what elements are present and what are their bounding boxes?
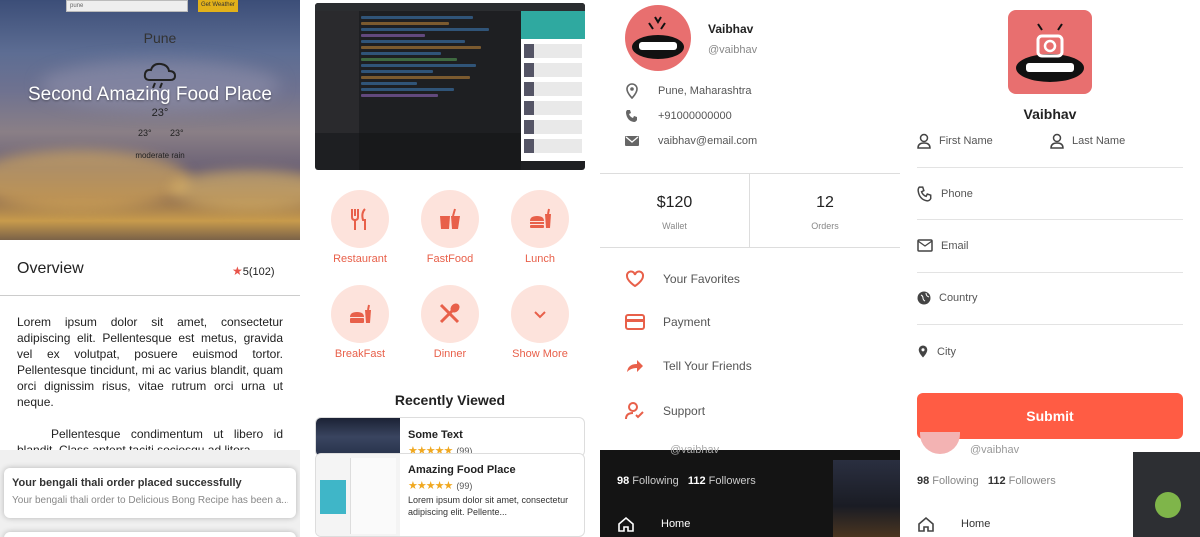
recently-viewed-title: Recently Viewed [394,392,506,408]
recent-thumbnail [316,454,400,536]
phone-field[interactable]: Phone [917,186,973,202]
drawer-home[interactable]: Home [917,516,990,532]
phone-icon [626,110,637,122]
toast-body: Your bengali thali order to Delicious Bo… [12,495,288,506]
category-breakfast[interactable]: BreakFast [315,285,405,360]
camera-icon [1036,34,1064,58]
recent-item-desc: Lorem ipsum dolor sit amet, consectetur … [408,495,569,517]
weather-city: Pune [143,30,177,46]
recent-item[interactable]: Amazing Food Place ★★★★★ (99) Lorem ipsum… [315,453,585,537]
email-row: vaibhav@email.com [625,135,757,147]
menu-payment[interactable]: Payment [625,314,710,330]
share-icon [627,360,643,372]
home-screen: Restaurant FastFood Lunch BreakFast Dinn… [300,0,600,537]
description-paragraph: Lorem ipsum dolor sit amet, consectetur … [17,315,283,409]
person-icon [1050,133,1064,149]
edit-profile-screen: Vaibhav First Name Last Name Phone Email… [900,0,1200,537]
recent-item[interactable]: Some Text ★★★★★ (99) [315,417,585,457]
fastfood-icon [440,208,460,229]
drawer-handle: @vaibhav [670,444,720,456]
recent-item-stars: ★★★★★ (99) [408,480,473,492]
background-image [833,460,900,537]
menu-tell-friends[interactable]: Tell Your Friends [625,358,752,374]
heart-icon [626,270,644,288]
drawer-overlay: @vaibhav 98 Following 112 Followers Home [600,444,900,537]
email-icon [625,136,639,146]
person-icon [917,133,931,149]
globe-icon [917,291,931,305]
place-title: Second Amazing Food Place [28,84,272,105]
avatar [920,432,960,454]
drawer-home[interactable]: Home [617,516,690,532]
category-dinner[interactable]: Dinner [405,285,495,360]
follow-stats: 98 Following 112 Followers [917,475,1056,487]
profile-name: Vaibhav [708,22,754,36]
avatar [625,5,691,71]
category-restaurant[interactable]: Restaurant [315,190,405,265]
orders-stat[interactable]: 12 Orders [750,174,900,248]
overview-header: Overview ★5(102) [0,240,300,296]
phone-icon [917,186,932,202]
place-detail-screen: pune Get Weather Pune Second Amazing Foo… [0,0,300,537]
first-name-field[interactable]: First Name [917,133,993,149]
burger-drink-icon [530,208,551,228]
recent-item-name: Some Text [408,429,463,441]
weather-search-input[interactable]: pune [66,0,188,12]
breakfast-icon [350,304,371,323]
home-icon [618,516,634,532]
profile-handle: @vaibhav [708,44,758,56]
category-fastfood[interactable]: FastFood [405,190,495,265]
home-icon [918,516,934,532]
category-lunch[interactable]: Lunch [495,190,585,265]
overview-title: Overview [17,260,84,277]
toast-stacked [4,532,296,537]
wallet-stat[interactable]: $120 Wallet [600,174,750,248]
location-icon [626,83,638,99]
location-row: Pune, Maharashtra [625,83,752,99]
last-name-field[interactable]: Last Name [1050,133,1125,149]
follow-stats: 98 Following 112 Followers [617,475,756,487]
stats-bar: $120 Wallet 12 Orders [600,173,900,248]
star-icon: ★ [232,264,243,278]
menu-favorites[interactable]: Your Favorites [625,270,740,288]
weather-temp: 23° [151,107,169,119]
location-icon [918,345,928,358]
hero-image: pune Get Weather Pune Second Amazing Foo… [0,0,300,240]
email-icon [917,239,933,252]
drawer-handle: @vaibhav [970,444,1020,456]
chevron-down-icon [534,311,546,319]
country-field[interactable]: Country [917,291,978,305]
drawer-overlay: @vaibhav 98 Following 112 Followers Home [900,432,1200,537]
support-icon [625,402,644,420]
weather-min: 23° [138,128,152,138]
toast-title: Your bengali thali order placed successf… [12,477,242,489]
fork-knife-icon [351,208,366,230]
recent-thumbnail [316,418,400,456]
dinner-icon [439,303,460,324]
phone-row: +91000000000 [625,109,732,123]
banner-image [315,3,585,170]
email-field[interactable]: Email [917,239,969,252]
city-field[interactable]: City [917,344,956,359]
get-weather-button[interactable]: Get Weather [198,0,238,12]
order-toast[interactable]: Your bengali thali order placed successf… [4,468,296,518]
description: Lorem ipsum dolor sit amet, consectetur … [17,314,283,458]
avatar[interactable] [1008,10,1092,94]
weather-description: moderate rain [135,151,185,160]
card-icon [625,314,645,330]
background-image [1133,452,1200,537]
recent-item-name: Amazing Food Place [408,464,516,476]
weather-max: 23° [170,128,184,138]
profile-name: Vaibhav [1023,106,1077,122]
category-show-more[interactable]: Show More [495,285,585,360]
profile-screen: Vaibhav @vaibhav Pune, Maharashtra +9100… [600,0,900,537]
rating: ★5(102) [232,264,275,278]
menu-support[interactable]: Support [625,402,705,420]
